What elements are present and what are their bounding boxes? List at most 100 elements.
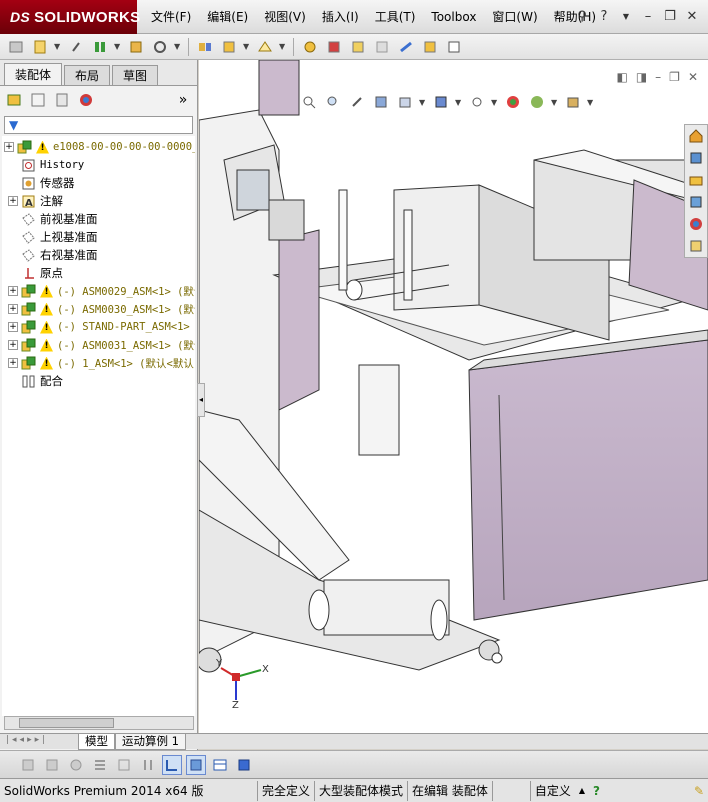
feature-manager-icon[interactable] xyxy=(4,90,24,110)
zoom-to-area-icon[interactable] xyxy=(323,92,343,112)
status-help-icon[interactable]: ? xyxy=(589,781,604,801)
chevron-down-icon[interactable]: ▼ xyxy=(279,42,287,51)
property-manager-icon[interactable] xyxy=(28,90,48,110)
tab-model[interactable]: 模型 xyxy=(78,733,115,750)
tab-sketch[interactable]: 草图 xyxy=(112,65,159,85)
tree-item-assembly[interactable]: +! (-) ASM0030_ASM<1> (默认 xyxy=(2,300,195,318)
previous-view-icon[interactable] xyxy=(347,92,367,112)
display-manager-icon[interactable] xyxy=(76,90,96,110)
help-icon[interactable]: ? xyxy=(594,7,614,27)
tab-nav-arrows[interactable]: |◂◂▸▸| xyxy=(6,735,48,745)
expand-toggle-icon[interactable]: + xyxy=(8,358,18,368)
expand-toggle-icon[interactable]: + xyxy=(8,340,18,350)
viewport-restore-icon[interactable]: ❐ xyxy=(669,70,680,84)
rebuild-icon[interactable]: ✎ xyxy=(690,781,708,801)
save-animation-icon[interactable] xyxy=(234,755,254,775)
tile-left-icon[interactable]: ◧ xyxy=(616,70,627,84)
tree-item-history[interactable]: History xyxy=(2,156,195,174)
view-orientation-icon[interactable] xyxy=(395,92,415,112)
chevron-down-icon[interactable]: ▼ xyxy=(551,98,559,107)
panel-collapse-handle[interactable]: ◂ xyxy=(197,383,205,417)
move-component-icon[interactable] xyxy=(126,37,146,57)
menu-toolbox[interactable]: Toolbox xyxy=(423,0,484,34)
pin-icon[interactable]: ⚲ xyxy=(572,7,592,27)
display-style-icon[interactable] xyxy=(431,92,451,112)
tree-item-assembly[interactable]: +! (-) ASM0031_ASM<1> (默认 xyxy=(2,336,195,354)
tree-item-assembly[interactable]: +! (-) STAND-PART_ASM<1> xyxy=(2,318,195,336)
toolbar-icon-2[interactable] xyxy=(42,755,62,775)
chevron-down-icon[interactable]: ▼ xyxy=(174,42,182,51)
interference-detection-icon[interactable] xyxy=(396,37,416,57)
hide-show-items-icon[interactable] xyxy=(467,92,487,112)
menu-file[interactable]: 文件(F) xyxy=(143,0,199,34)
expand-toggle-icon[interactable]: + xyxy=(8,322,18,332)
chevron-down-icon[interactable]: ▼ xyxy=(587,98,595,107)
tree-item-mates[interactable]: 配合 xyxy=(2,372,195,390)
tree-item-assembly[interactable]: +! (-) 1_ASM<1> (默认<默认 xyxy=(2,354,195,372)
smart-fasteners-icon[interactable] xyxy=(150,37,170,57)
tile-right-icon[interactable]: ◨ xyxy=(636,70,647,84)
hole-series-icon[interactable] xyxy=(420,37,440,57)
instant3d-icon[interactable] xyxy=(372,37,392,57)
help-dropdown-icon[interactable]: ▼ xyxy=(616,7,636,27)
menu-view[interactable]: 视图(V) xyxy=(256,0,314,34)
tab-motion-study-1[interactable]: 运动算例 1 xyxy=(115,733,186,750)
expand-toggle-icon[interactable]: + xyxy=(8,304,18,314)
toolbar-icon-3[interactable] xyxy=(66,755,86,775)
menu-window[interactable]: 窗口(W) xyxy=(484,0,545,34)
tree-item-annotations[interactable]: + A 注解 xyxy=(2,192,195,210)
zoom-to-fit-icon[interactable] xyxy=(299,92,319,112)
chevron-down-icon[interactable]: ▼ xyxy=(455,98,463,107)
tree-item-plane[interactable]: 右视基准面 xyxy=(2,246,195,264)
file-explorer-icon[interactable] xyxy=(685,169,707,191)
reference-geometry-icon[interactable] xyxy=(255,37,275,57)
mate-icon[interactable] xyxy=(90,37,110,57)
table-icon[interactable] xyxy=(210,755,230,775)
tree-item-assembly[interactable]: +! e1008-00-00-00-00-0000_ xyxy=(2,138,195,156)
grid-icon[interactable] xyxy=(114,755,134,775)
show-hidden-components-icon[interactable] xyxy=(444,37,464,57)
tree-item-origin[interactable]: 原点 xyxy=(2,264,195,282)
chevron-down-icon[interactable]: ▼ xyxy=(491,98,499,107)
view-settings-icon[interactable] xyxy=(563,92,583,112)
status-units[interactable]: 自定义 xyxy=(531,781,575,801)
explode-view-icon[interactable] xyxy=(219,37,239,57)
sort-icon[interactable] xyxy=(138,755,158,775)
chevron-down-icon[interactable]: ▼ xyxy=(54,42,62,51)
insert-component-icon[interactable] xyxy=(30,37,50,57)
expand-panel-icon[interactable]: » xyxy=(173,90,193,110)
assembly-features-icon[interactable] xyxy=(300,37,320,57)
menu-edit[interactable]: 编辑(E) xyxy=(199,0,256,34)
relations-icon[interactable] xyxy=(162,754,182,775)
edit-appearance-icon[interactable] xyxy=(503,92,523,112)
chevron-down-icon[interactable]: ▼ xyxy=(419,98,427,107)
cube-view-icon[interactable] xyxy=(186,754,206,775)
appearances-icon[interactable] xyxy=(685,213,707,235)
paperclip-icon[interactable] xyxy=(66,37,86,57)
custom-properties-icon[interactable] xyxy=(685,235,707,257)
chevron-down-icon[interactable]: ▼ xyxy=(114,42,122,51)
expand-toggle-icon[interactable]: + xyxy=(4,142,14,152)
design-library-icon[interactable] xyxy=(685,147,707,169)
close-icon[interactable]: ✕ xyxy=(682,7,702,27)
minimize-icon[interactable]: – xyxy=(638,7,658,27)
tab-layout[interactable]: 布局 xyxy=(64,65,111,85)
apply-scene-icon[interactable] xyxy=(527,92,547,112)
bill-of-materials-icon[interactable] xyxy=(324,37,344,57)
viewport-close-icon[interactable]: ✕ xyxy=(688,70,698,84)
view-palette-icon[interactable] xyxy=(685,191,707,213)
menu-tools[interactable]: 工具(T) xyxy=(367,0,424,34)
linear-pattern-icon[interactable] xyxy=(195,37,215,57)
tree-filter[interactable]: ▼ xyxy=(4,116,193,134)
tree-item-assembly[interactable]: +! (-) ASM0029_ASM<1> (默认 xyxy=(2,282,195,300)
filter-icon[interactable]: ▼ xyxy=(9,118,18,132)
expand-toggle-icon[interactable]: + xyxy=(8,196,18,206)
tree-horizontal-scrollbar[interactable] xyxy=(4,716,194,730)
units-up-icon[interactable]: ▲ xyxy=(575,781,589,801)
solidworks-logo[interactable]: DS SOLIDWORKS xyxy=(0,0,140,34)
scrollbar-thumb[interactable] xyxy=(19,718,114,728)
tree-item-plane[interactable]: 前视基准面 xyxy=(2,210,195,228)
menu-insert[interactable]: 插入(I) xyxy=(314,0,367,34)
new-assembly-icon[interactable] xyxy=(6,37,26,57)
chevron-down-icon[interactable]: ▼ xyxy=(243,42,251,51)
